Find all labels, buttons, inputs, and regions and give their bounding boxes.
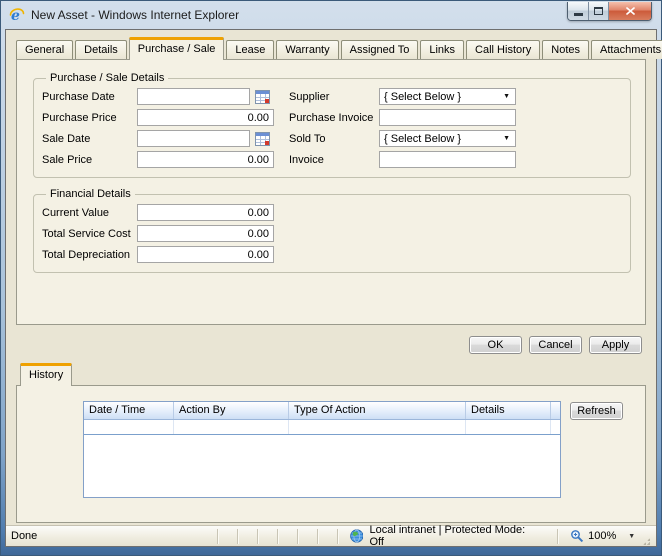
financial-details-legend: Financial Details	[50, 188, 131, 200]
tab-general[interactable]: General	[16, 40, 74, 59]
purchase-date-calendar-icon[interactable]	[255, 89, 270, 104]
sale-date-input[interactable]	[137, 130, 250, 147]
chevron-down-icon: ▼	[503, 93, 510, 100]
close-button[interactable]	[609, 2, 651, 20]
purchase-date-label: Purchase Date	[42, 90, 115, 103]
titlebar[interactable]: e New Asset - Windows Internet Explorer	[1, 1, 661, 29]
total-service-cost-label: Total Service Cost	[42, 227, 131, 240]
minimize-button[interactable]	[568, 2, 589, 20]
history-panel: Date / Time Action By Type Of Action Det…	[16, 385, 646, 523]
sold-to-label: Sold To	[289, 132, 326, 145]
sale-price-input[interactable]	[137, 151, 274, 168]
minimize-icon	[573, 13, 583, 16]
column-header-filler	[551, 402, 560, 419]
magnifier-icon	[571, 530, 584, 543]
tab-call-history[interactable]: Call History	[466, 40, 541, 59]
purchase-date-input[interactable]	[137, 88, 250, 105]
action-button-row: OK Cancel Apply	[6, 336, 642, 354]
total-service-cost-input[interactable]	[137, 225, 274, 242]
status-text: Done	[11, 530, 38, 542]
main-tabstrip: General Details Purchase / Sale Lease Wa…	[16, 36, 662, 60]
tab-links[interactable]: Links	[420, 40, 465, 59]
maximize-button[interactable]	[589, 2, 609, 20]
cancel-button[interactable]: Cancel	[529, 336, 582, 354]
history-tabstrip: History	[16, 362, 656, 386]
invoice-input[interactable]	[379, 151, 516, 168]
tab-lease[interactable]: Lease	[226, 40, 275, 59]
purchase-sale-panel: Purchase / Sale Details Purchase Date Su…	[16, 59, 646, 325]
invoice-label: Invoice	[289, 153, 324, 166]
tab-attachments[interactable]: Attachments	[591, 40, 662, 59]
tab-details[interactable]: Details	[75, 40, 127, 59]
supplier-select[interactable]: { Select Below } ▼	[379, 88, 516, 105]
column-header-type-of-action[interactable]: Type Of Action	[289, 402, 466, 419]
zone-text: Local intranet | Protected Mode: Off	[369, 524, 526, 548]
chevron-down-icon: ▼	[628, 532, 636, 540]
total-depreciation-label: Total Depreciation	[42, 248, 131, 261]
supplier-label: Supplier	[289, 90, 330, 103]
internet-explorer-icon: e	[9, 7, 25, 24]
tab-history[interactable]: History	[20, 363, 73, 386]
globe-icon	[350, 529, 364, 543]
purchase-invoice-label: Purchase Invoice	[289, 111, 374, 124]
column-header-action-by[interactable]: Action By	[174, 402, 289, 419]
purchase-sale-details-fieldset: Purchase / Sale Details Purchase Date Su…	[33, 72, 631, 178]
sale-date-calendar-icon[interactable]	[255, 131, 270, 146]
purchase-price-input[interactable]	[137, 109, 274, 126]
security-zone[interactable]: Local intranet | Protected Mode: Off	[350, 524, 538, 548]
column-header-details[interactable]: Details	[466, 402, 551, 419]
total-depreciation-input[interactable]	[137, 246, 274, 263]
ok-button[interactable]: OK	[469, 336, 522, 354]
tab-purchase-sale[interactable]: Purchase / Sale	[128, 37, 225, 60]
financial-details-fieldset: Financial Details Current Value Total Se…	[33, 188, 631, 273]
chevron-down-icon: ▼	[503, 135, 510, 142]
purchase-sale-details-legend: Purchase / Sale Details	[50, 72, 165, 84]
column-header-date-time[interactable]: Date / Time	[84, 402, 174, 419]
current-value-input[interactable]	[137, 204, 274, 221]
zoom-level: 100%	[588, 530, 617, 542]
table-row	[84, 420, 560, 435]
resize-grip[interactable]	[641, 536, 651, 546]
zoom-control[interactable]: 100% ▼	[570, 529, 635, 543]
tab-assigned-to[interactable]: Assigned To	[340, 40, 419, 59]
caption-buttons	[567, 2, 652, 21]
refresh-button[interactable]: Refresh	[570, 402, 623, 420]
sold-to-select[interactable]: { Select Below } ▼	[379, 130, 516, 147]
purchase-invoice-input[interactable]	[379, 109, 516, 126]
close-icon	[625, 7, 635, 15]
apply-button[interactable]: Apply	[589, 336, 642, 354]
maximize-icon	[594, 7, 603, 15]
tab-warranty[interactable]: Warranty	[276, 40, 339, 59]
history-table: Date / Time Action By Type Of Action Det…	[83, 401, 561, 498]
client-area: General Details Purchase / Sale Lease Wa…	[5, 29, 662, 548]
status-bar: Done Local intranet | Protected Mode: Of…	[6, 524, 656, 548]
window-title: New Asset - Windows Internet Explorer	[31, 8, 240, 22]
tab-notes[interactable]: Notes	[542, 40, 590, 59]
purchase-price-label: Purchase Price	[42, 111, 117, 124]
sale-date-label: Sale Date	[42, 132, 91, 145]
current-value-label: Current Value	[42, 206, 110, 219]
history-table-header: Date / Time Action By Type Of Action Det…	[84, 402, 560, 420]
sale-price-label: Sale Price	[42, 153, 93, 166]
browser-window: e New Asset - Windows Internet Explorer …	[0, 0, 662, 556]
